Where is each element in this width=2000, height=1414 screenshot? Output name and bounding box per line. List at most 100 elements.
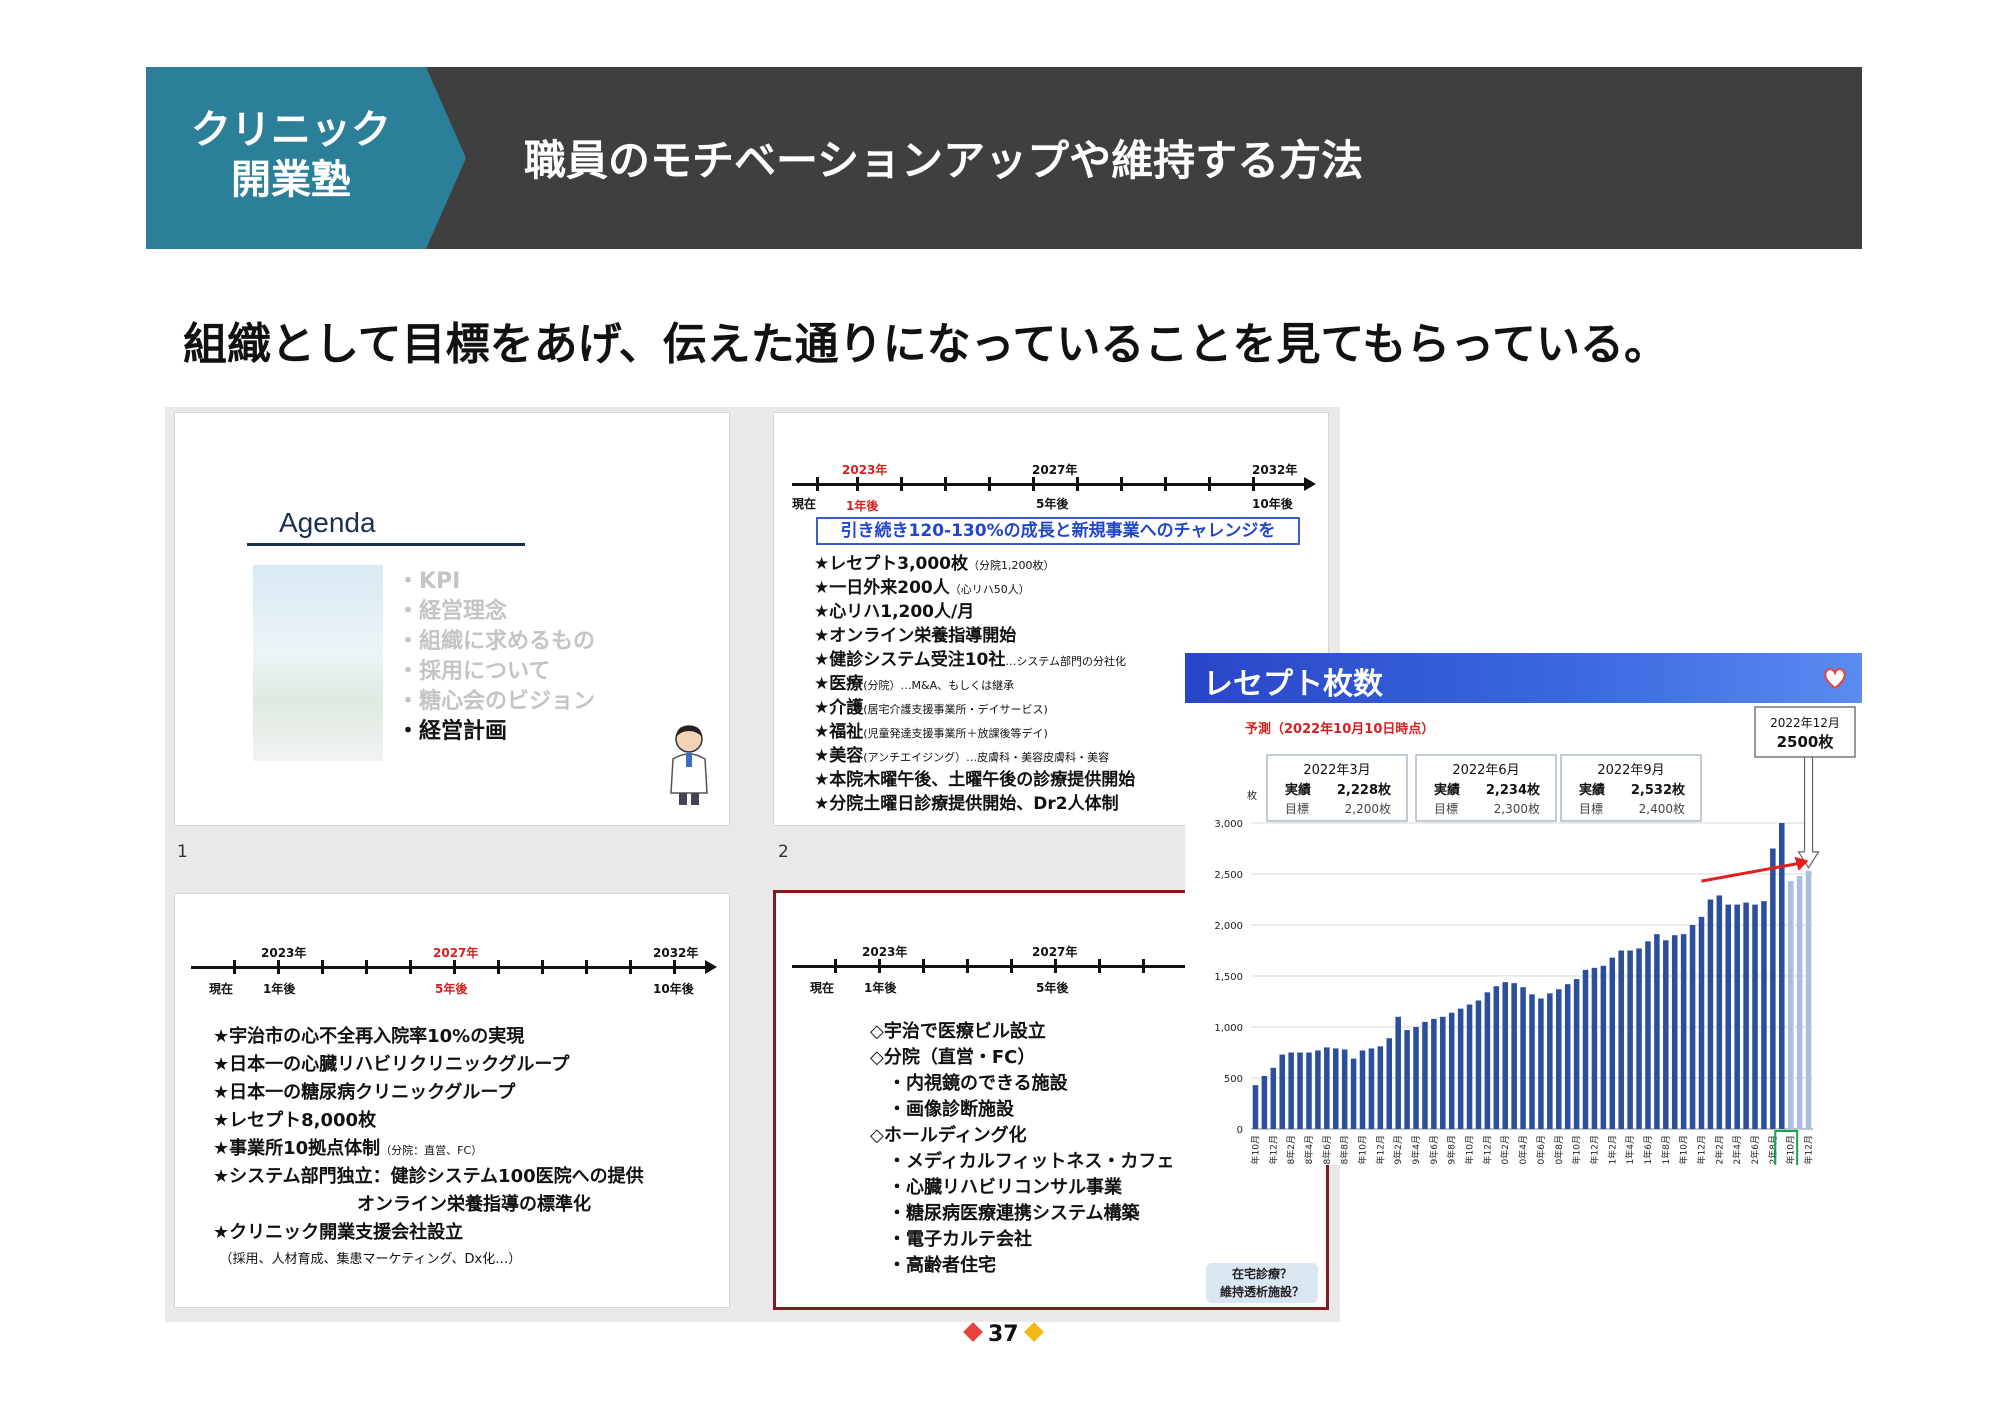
bar <box>1315 1050 1321 1129</box>
bar <box>1698 916 1705 1129</box>
callout-target-label: 目標 <box>1285 802 1309 816</box>
bar <box>1484 992 1491 1129</box>
callout-period: 2022年9月 <box>1597 763 1664 778</box>
callout-actual-value: 2,228枚 <box>1337 782 1392 798</box>
bar <box>1609 957 1616 1129</box>
callout-target-label: 目標 <box>1434 802 1458 816</box>
x-tick-label: 2021年12月 <box>1695 1135 1707 1165</box>
agenda-item: ・組織に求めるもの <box>397 629 596 654</box>
bar <box>1457 1008 1464 1129</box>
plan-item: ・糖尿病医療連携システム構築 <box>870 1203 1140 1224</box>
timeline-year: 2027年 <box>1032 463 1078 477</box>
plan-item: ★医療(分院）…M&A、もしくは継承 <box>814 674 1015 694</box>
bar <box>1350 1058 1357 1129</box>
bar <box>1636 948 1642 1129</box>
bar <box>1582 969 1589 1129</box>
x-tick-label: 2022年12月 <box>1803 1135 1815 1165</box>
bar <box>1493 986 1500 1129</box>
bar <box>1324 1047 1330 1129</box>
timeline-label: 10年後 <box>1252 497 1293 511</box>
x-tick-label: 2019年2月 <box>1392 1135 1404 1165</box>
note-line: 在宅診療？ <box>1231 1267 1292 1281</box>
plan-item: ・高齢者住宅 <box>870 1255 996 1276</box>
x-tick-label: 2018年12月 <box>1374 1135 1386 1165</box>
chart-title: レセプト枚数 <box>1203 667 1383 702</box>
page-number: 37 <box>958 1322 1049 1347</box>
y-tick-label: 1,000 <box>1214 1023 1243 1034</box>
y-tick-label: 0 <box>1237 1125 1243 1136</box>
bar <box>1520 987 1526 1129</box>
note-box: 在宅診療？ 維持透析施設？ <box>1206 1263 1318 1303</box>
callout-actual-label: 実績 <box>1434 782 1460 798</box>
x-tick-label: 2021年8月 <box>1660 1135 1672 1165</box>
callout-period: 2022年3月 <box>1303 763 1370 778</box>
x-tick-label: 2018年10月 <box>1357 1135 1369 1165</box>
bar <box>1341 1049 1348 1129</box>
plan-item: ★宇治市の心不全再入院率10%の実現 <box>213 1026 525 1047</box>
bar <box>1422 1021 1428 1129</box>
y-tick-label: 1,500 <box>1214 972 1243 983</box>
bar <box>1502 982 1509 1129</box>
agenda-item: ・経営理念 <box>397 599 508 624</box>
timeline-year: 2027年 <box>1032 945 1078 959</box>
x-tick-label: 2022年6月 <box>1749 1135 1761 1165</box>
bar <box>1752 904 1758 1129</box>
timeline-year: 2023年 <box>842 463 888 477</box>
callout-target-value: 2,200枚 <box>1345 801 1391 816</box>
page-title: 職員のモチベーションアップや維持する方法 <box>524 136 1364 185</box>
timeline-year: 2023年 <box>261 946 307 960</box>
y-tick-label: 2,500 <box>1214 870 1243 881</box>
bar <box>1627 950 1633 1129</box>
plan-item: ◇宇治で医療ビル設立 <box>870 1021 1046 1042</box>
timeline-year: 2027年 <box>433 946 479 960</box>
bar <box>1440 1016 1446 1129</box>
y-tick-label: 2,000 <box>1214 921 1243 932</box>
bar <box>1645 941 1651 1129</box>
timeline-label: 5年後 <box>1036 497 1069 511</box>
x-tick-label: 2022年2月 <box>1713 1135 1725 1165</box>
agenda-item: ・採用について <box>397 659 551 684</box>
bar <box>1252 1085 1259 1129</box>
chart-header: レセプト枚数 <box>1185 653 1862 703</box>
bar <box>1431 1018 1437 1129</box>
plan-item: ★システム部門独立：健診システム100医院への提供 <box>213 1166 644 1187</box>
bar <box>1538 998 1544 1129</box>
bar <box>1555 989 1562 1129</box>
x-tick-label: 2021年10月 <box>1678 1135 1690 1165</box>
timeline-label: 現在 <box>209 982 234 996</box>
x-tick-label: 2018年4月 <box>1303 1135 1315 1165</box>
bar <box>1279 1054 1285 1129</box>
goal-value: 2500枚 <box>1777 733 1835 751</box>
bar <box>1359 1050 1366 1129</box>
bar <box>1529 994 1535 1129</box>
diamond-left-icon <box>963 1322 983 1342</box>
bar <box>1716 895 1723 1129</box>
bar <box>1261 1075 1268 1129</box>
slide-1[interactable]: Agenda ・KPI ・経営理念 ・組織に求めるもの ・採用について ・糖心会… <box>174 412 730 826</box>
headline: 組織として目標をあげ、伝えた通りになっていることを見てもらっている。 <box>183 319 1668 370</box>
page-number-text: 37 <box>988 1322 1019 1347</box>
forecast-note: 予測（2022年10月10日時点） <box>1245 721 1434 737</box>
growth-banner: 引き続き120-130%の成長と新規事業へのチャレンジを <box>816 517 1300 545</box>
callout-actual-label: 実績 <box>1579 782 1605 798</box>
slide-3[interactable]: 2023年 2027年 2032年 現在 1年後 5年後 10年後 ★宇治市の心… <box>174 893 730 1308</box>
x-tick-label: 2020年12月 <box>1588 1135 1600 1165</box>
callout-period: 2022年6月 <box>1452 763 1519 778</box>
plan-item: ・メディカルフィットネス・カフェ <box>870 1151 1175 1172</box>
plan-item: ★日本一の糖尿病クリニックグループ <box>213 1082 516 1103</box>
x-tick-label: 2021年2月 <box>1606 1135 1618 1165</box>
header-tag-line2: 開業塾 <box>231 157 351 203</box>
bar <box>1761 901 1767 1129</box>
timeline-label: 1年後 <box>263 982 296 996</box>
trend-line <box>1701 861 1803 883</box>
y-tick-label: 500 <box>1224 1074 1243 1085</box>
bar <box>1332 1048 1339 1129</box>
plan-item: ・内視鏡のできる施設 <box>870 1073 1068 1094</box>
x-tick-label: 2019年6月 <box>1428 1135 1440 1165</box>
agenda-list: ・KPI ・経営理念 ・組織に求めるもの ・採用について ・糖心会のビジョン ・… <box>397 567 595 747</box>
bar <box>1618 950 1624 1129</box>
bar <box>1805 870 1812 1129</box>
plan-item: ★オンライン栄養指導開始 <box>814 626 1017 646</box>
bar <box>1368 1048 1375 1129</box>
bar <box>1288 1052 1294 1129</box>
